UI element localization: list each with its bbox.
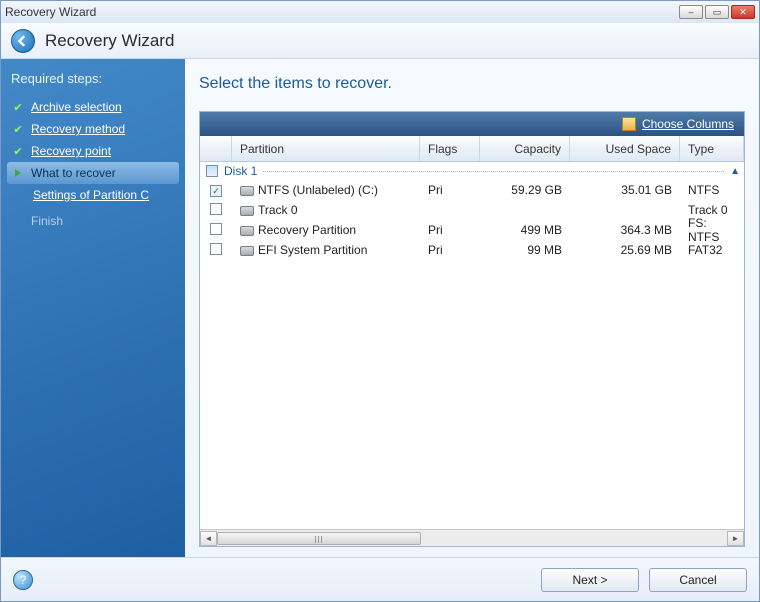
partition-name: EFI System Partition (258, 243, 367, 257)
steps-sidebar: Required steps: ✔ Archive selection ✔ Re… (1, 59, 185, 557)
flags-cell: Pri (420, 243, 480, 257)
grid-header: Partition Flags Capacity Used Space Type (200, 136, 744, 162)
step-label: Finish (31, 214, 63, 228)
current-step-arrow-icon (11, 169, 25, 177)
type-cell: NTFS (680, 183, 744, 197)
partition-name: Recovery Partition (258, 223, 356, 237)
used-cell: 35.01 GB (570, 183, 680, 197)
partition-icon (240, 226, 254, 236)
page-title: Select the items to recover. (199, 75, 745, 93)
row-checkbox[interactable] (210, 203, 222, 215)
type-cell: FAT32 (680, 243, 744, 257)
scroll-thumb[interactable] (217, 532, 421, 545)
col-type[interactable]: Type (680, 136, 744, 161)
row-checkbox[interactable] (210, 223, 222, 235)
step-archive-selection[interactable]: ✔ Archive selection (11, 96, 175, 118)
partition-name: Track 0 (258, 203, 298, 217)
titlebar: Recovery Wizard – ▭ ✕ (1, 1, 759, 23)
col-flags[interactable]: Flags (420, 136, 480, 161)
back-arrow-icon (17, 35, 29, 47)
horizontal-scrollbar[interactable]: ◄ ► (200, 529, 744, 546)
used-cell: 364.3 MB (570, 223, 680, 237)
row-checkbox[interactable] (210, 185, 222, 197)
scroll-track[interactable] (217, 531, 727, 546)
maximize-button[interactable]: ▭ (705, 5, 729, 19)
check-icon: ✔ (11, 145, 25, 158)
table-row[interactable]: Recovery Partition Pri 499 MB 364.3 MB F… (200, 220, 744, 240)
help-button[interactable]: ? (13, 570, 33, 590)
back-button[interactable] (11, 29, 35, 53)
col-used-space[interactable]: Used Space (570, 136, 680, 161)
capacity-cell: 99 MB (480, 243, 570, 257)
col-partition[interactable]: Partition (232, 136, 420, 161)
check-icon: ✔ (11, 101, 25, 114)
partition-name: NTFS (Unlabeled) (C:) (258, 183, 378, 197)
flags-cell: Pri (420, 183, 480, 197)
footer: ? Next > Cancel (1, 557, 759, 601)
partition-icon (240, 246, 254, 256)
next-button[interactable]: Next > (541, 568, 639, 592)
step-recovery-method[interactable]: ✔ Recovery method (11, 118, 175, 140)
choose-columns-link[interactable]: Choose Columns (642, 117, 734, 131)
disk-label: Disk 1 (224, 164, 257, 178)
disk-divider (263, 171, 724, 172)
disk-checkbox[interactable] (206, 165, 218, 177)
step-label: Recovery method (31, 122, 125, 136)
cancel-button[interactable]: Cancel (649, 568, 747, 592)
capacity-cell: 59.29 GB (480, 183, 570, 197)
table-row[interactable]: EFI System Partition Pri 99 MB 25.69 MB … (200, 240, 744, 260)
used-cell: 25.69 MB (570, 243, 680, 257)
partition-icon (240, 186, 254, 196)
wizard-header: Recovery Wizard (1, 23, 759, 59)
step-label: What to recover (31, 166, 116, 180)
capacity-cell: 499 MB (480, 223, 570, 237)
table-row[interactable]: NTFS (Unlabeled) (C:) Pri 59.29 GB 35.01… (200, 180, 744, 200)
required-steps-heading: Required steps: (11, 71, 175, 86)
col-checkbox (200, 136, 232, 161)
step-label: Recovery point (31, 144, 111, 158)
table-row[interactable]: Track 0 Track 0 (200, 200, 744, 220)
window-title: Recovery Wizard (5, 5, 96, 19)
row-checkbox[interactable] (210, 243, 222, 255)
scroll-left-button[interactable]: ◄ (200, 531, 217, 546)
disk-group-row[interactable]: Disk 1 ▲ (200, 162, 744, 180)
collapse-icon[interactable]: ▲ (730, 166, 740, 177)
type-cell: Track 0 (680, 203, 744, 217)
substep-settings-partition-c[interactable]: Settings of Partition C (33, 188, 175, 204)
step-recovery-point[interactable]: ✔ Recovery point (11, 140, 175, 162)
scroll-right-button[interactable]: ► (727, 531, 744, 546)
close-button[interactable]: ✕ (731, 5, 755, 19)
step-finish: Finish (11, 210, 175, 232)
header-title: Recovery Wizard (45, 31, 174, 51)
grid-toolbar: Choose Columns (200, 112, 744, 136)
minimize-button[interactable]: – (679, 5, 703, 19)
col-capacity[interactable]: Capacity (480, 136, 570, 161)
grid-body: Disk 1 ▲ NTFS (Unlabeled) (C:) Pri 59.29… (200, 162, 744, 529)
type-cell: FS: NTFS (680, 216, 744, 244)
flags-cell: Pri (420, 223, 480, 237)
check-icon: ✔ (11, 123, 25, 136)
partition-icon (240, 206, 254, 216)
choose-columns-icon (622, 117, 636, 131)
step-label: Archive selection (31, 100, 122, 114)
main-panel: Select the items to recover. Choose Colu… (185, 59, 759, 557)
step-what-to-recover[interactable]: What to recover (7, 162, 179, 184)
partition-grid: Choose Columns Partition Flags Capacity … (199, 111, 745, 547)
